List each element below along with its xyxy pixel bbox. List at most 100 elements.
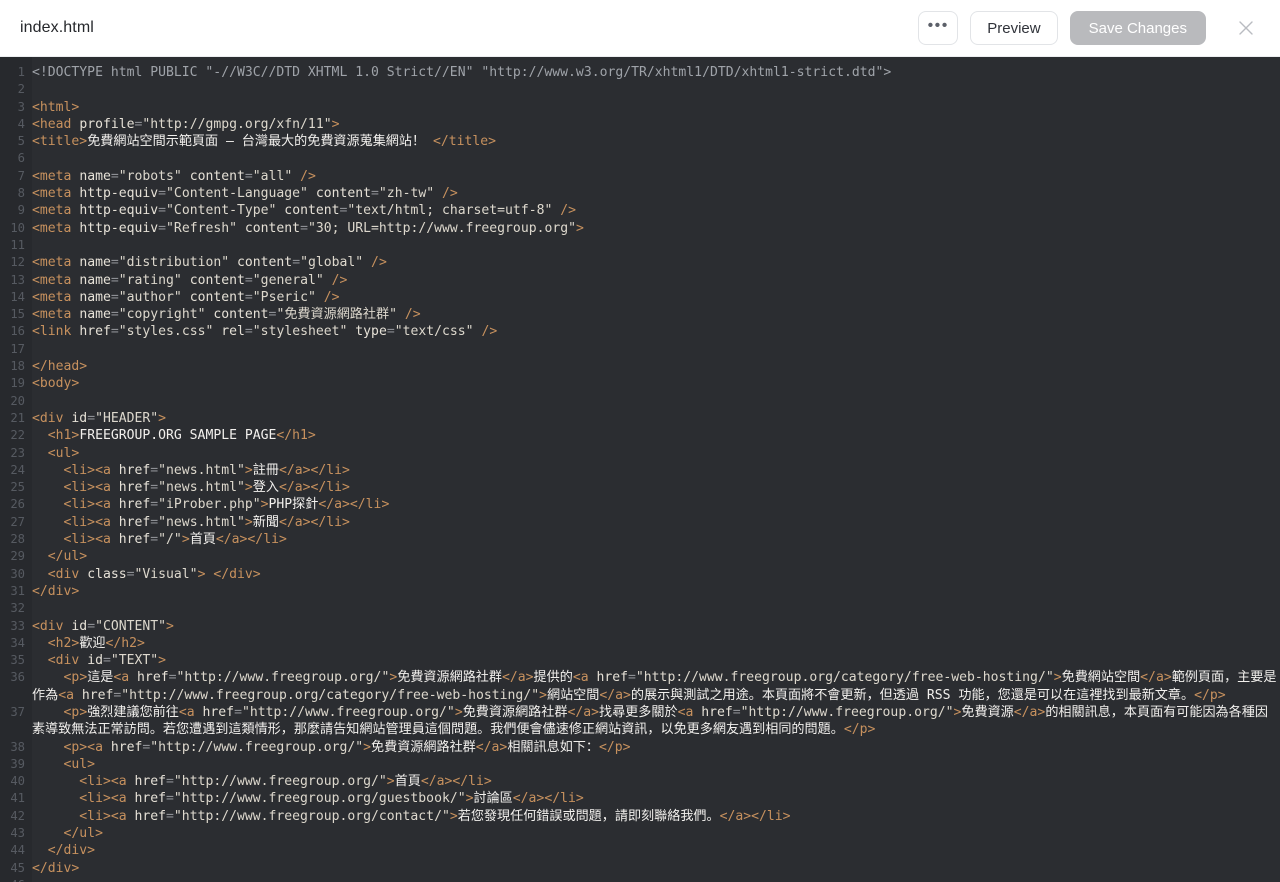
code-line[interactable]: 41 <li><a href="http://www.freegroup.org…	[0, 790, 1280, 807]
close-x-icon	[1236, 18, 1256, 38]
code-line[interactable]: 18 </head>	[0, 358, 1280, 375]
line-number: 44	[10, 843, 25, 858]
preview-button[interactable]: Preview	[970, 11, 1058, 45]
code-line[interactable]: 43 </ul>	[0, 825, 1280, 842]
code-token-eq: =	[110, 168, 119, 184]
code-line[interactable]: 30 <div class="Visual"> </div>	[0, 566, 1280, 583]
code-token-an: href	[134, 808, 167, 824]
code-token-t: </p>	[598, 739, 631, 755]
code-line-text: <li><a href="iProber.php">PHP探針</a></li>	[32, 496, 1280, 513]
code-token-tx: 歡迎	[79, 635, 106, 651]
more-options-button[interactable]: •••	[918, 11, 959, 45]
code-line[interactable]: 6	[0, 150, 1280, 167]
code-line[interactable]: 2	[0, 81, 1280, 98]
code-token-t: <link	[32, 324, 80, 340]
code-token-tx: 免費資源網路社群	[371, 739, 476, 755]
code-line-text: </div>	[32, 860, 1280, 877]
code-line[interactable]: 24 <li><a href="news.html">註冊</a></li>	[0, 462, 1280, 479]
code-line[interactable]: 20	[0, 393, 1280, 410]
code-token-t: <li><a	[32, 532, 119, 548]
code-line[interactable]: 39 <ul>	[0, 756, 1280, 773]
code-token-t: <a	[572, 670, 597, 686]
code-line[interactable]: 35 <div id="TEXT">	[0, 652, 1280, 669]
code-line-text: <meta http-equiv="Content-Language" cont…	[32, 185, 1280, 202]
code-line[interactable]: 29 </ul>	[0, 548, 1280, 565]
code-line[interactable]: 15 <meta name="copyright" content="免費資源網路…	[0, 306, 1280, 323]
code-content[interactable]: 1 <!DOCTYPE html PUBLIC "-//W3C//DTD XHTM…	[0, 57, 1280, 882]
code-line[interactable]: 28 <li><a href="/">首頁</a></li>	[0, 531, 1280, 548]
code-line[interactable]: 22 <h1>FREEGROUP.ORG SAMPLE PAGE</h1>	[0, 427, 1280, 444]
code-token-t: >	[576, 220, 584, 236]
code-token-tx: 相關訊息如下：	[507, 739, 599, 755]
code-line[interactable]: 38 <p><a href="http://www.freegroup.org/…	[0, 739, 1280, 756]
code-token-an: name	[79, 168, 111, 184]
code-line[interactable]: 37 <p>強烈建議您前往<a href="http://www.freegro…	[0, 704, 1280, 739]
save-changes-button[interactable]: Save Changes	[1069, 11, 1206, 45]
code-line[interactable]: 11	[0, 237, 1280, 254]
code-line-text: <h1>FREEGROUP.ORG SAMPLE PAGE</h1>	[32, 427, 1280, 444]
code-token-an: http-equiv	[79, 220, 159, 236]
code-token-av: "all"	[252, 168, 293, 184]
code-line[interactable]: 16 <link href="styles.css" rel="styleshee…	[0, 323, 1280, 340]
code-line[interactable]: 8 <meta http-equiv="Content-Language" con…	[0, 185, 1280, 202]
code-token-av: "Content-Type"	[166, 203, 277, 219]
code-line[interactable]: 32	[0, 600, 1280, 617]
code-line[interactable]: 40 <li><a href="http://www.freegroup.org…	[0, 773, 1280, 790]
code-line[interactable]: 7 <meta name="robots" content="all" />	[0, 168, 1280, 185]
code-line[interactable]: 31 </div>	[0, 583, 1280, 600]
code-line[interactable]: 45 </div>	[0, 860, 1280, 877]
code-line[interactable]: 3 <html>	[0, 99, 1280, 116]
code-token-t: <li><a	[32, 480, 119, 496]
code-line[interactable]: 1 <!DOCTYPE html PUBLIC "-//W3C//DTD XHTM…	[0, 64, 1280, 81]
code-token-av: "http://www.freegroup.org/category/free-…	[635, 670, 1054, 686]
code-line[interactable]: 4 <head profile="http://gmpg.org/xfn/11">	[0, 116, 1280, 133]
code-line[interactable]: 9 <meta http-equiv="Content-Type" content…	[0, 202, 1280, 219]
code-token-tx: 新聞	[252, 514, 279, 530]
code-line[interactable]: 42 <li><a href="http://www.freegroup.org…	[0, 808, 1280, 825]
code-line-text: <!DOCTYPE html PUBLIC "-//W3C//DTD XHTML…	[32, 64, 1280, 81]
line-number: 22	[10, 428, 25, 443]
close-button[interactable]	[1228, 10, 1264, 46]
code-token-av: "免費資源網路社群"	[276, 307, 397, 323]
code-token-an: content	[205, 307, 269, 323]
code-token-eq: =	[386, 324, 395, 340]
code-line[interactable]: 19 <body>	[0, 375, 1280, 392]
code-line[interactable]: 5 <title>免費網站空間示範頁面 – 台灣最大的免費資源蒐集網站！ </ti…	[0, 133, 1280, 150]
code-token-tx: 提供的	[533, 670, 573, 686]
code-line-text: <div id="TEXT">	[32, 652, 1280, 669]
code-line[interactable]: 12 <meta name="distribution" content="glo…	[0, 254, 1280, 271]
code-token-t: <li><a	[32, 774, 135, 790]
code-token-eq: =	[102, 653, 111, 669]
code-line[interactable]: 21 <div id="HEADER">	[0, 410, 1280, 427]
code-line[interactable]: 14 <meta name="author" content="Pseric" /…	[0, 289, 1280, 306]
code-line[interactable]: 33 <div id="CONTENT">	[0, 618, 1280, 635]
code-token-av: "rating"	[118, 272, 182, 288]
code-line[interactable]: 23 <ul>	[0, 445, 1280, 462]
code-line[interactable]: 13 <meta name="rating" content="general" …	[0, 272, 1280, 289]
code-editor-pane[interactable]: 1 <!DOCTYPE html PUBLIC "-//W3C//DTD XHTM…	[0, 57, 1280, 882]
code-line[interactable]: 27 <li><a href="news.html">新聞</a></li>	[0, 514, 1280, 531]
code-token-eq: =	[628, 670, 636, 686]
line-number: 9	[17, 203, 25, 218]
code-token-t: <body>	[32, 376, 80, 392]
code-line[interactable]: 36 <p>這是<a href="http://www.freegroup.or…	[0, 669, 1280, 704]
code-token-t: </p>	[1194, 687, 1226, 703]
code-line-text: <li><a href="http://www.freegroup.org/">…	[32, 773, 1280, 790]
code-token-t: </a></li>	[278, 462, 350, 478]
code-line[interactable]: 34 <h2>歡迎</h2>	[0, 635, 1280, 652]
code-token-t: > </div>	[197, 566, 261, 582]
code-token-t: </a>	[1140, 670, 1172, 686]
code-line[interactable]: 17	[0, 341, 1280, 358]
code-line-text: <meta name="rating" content="general" />	[32, 272, 1280, 289]
code-token-av: "http://www.freegroup.org/guestbook/"	[173, 791, 466, 807]
code-line[interactable]: 10 <meta http-equiv="Refresh" content="30…	[0, 220, 1280, 237]
code-line[interactable]: 25 <li><a href="news.html">登入</a></li>	[0, 479, 1280, 496]
line-number: 46	[0, 877, 25, 882]
code-token-an: href	[137, 670, 169, 686]
code-line[interactable]: 46	[0, 877, 1280, 882]
code-line[interactable]: 26 <li><a href="iProber.php">PHP探針</a></…	[0, 496, 1280, 513]
code-line[interactable]: 44 </div>	[0, 842, 1280, 859]
